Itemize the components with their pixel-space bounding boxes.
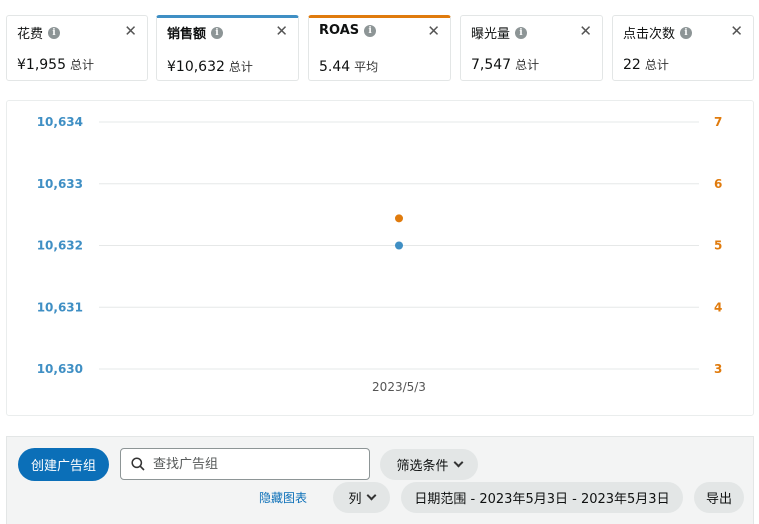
metric-value: ¥10,632 总计: [167, 59, 253, 75]
export-button[interactable]: 导出: [694, 482, 744, 513]
search-box[interactable]: [120, 448, 370, 480]
left-axis-tick-label: 10,632: [37, 239, 83, 253]
info-icon[interactable]: i: [515, 26, 528, 39]
chevron-down-icon: [453, 457, 463, 468]
chevron-down-icon: [366, 490, 376, 501]
close-icon[interactable]: ✕: [275, 24, 288, 39]
right-axis-tick-label: 4: [714, 300, 722, 314]
search-input[interactable]: [153, 456, 353, 472]
metric-card-clicks[interactable]: 点击次数 i ✕ 22 总计: [612, 15, 754, 81]
chart-svg: 10,634 7 10,633 6 10,632 5 10,631 4 10,630 3 2023/…: [37, 115, 723, 394]
metric-card-impressions[interactable]: 曝光量 i ✕ 7,547 总计: [460, 15, 603, 81]
close-icon[interactable]: ✕: [124, 24, 137, 39]
filter-button[interactable]: 筛选条件: [380, 449, 478, 480]
search-icon: [131, 457, 145, 471]
data-point: [395, 214, 403, 223]
hide-chart-link[interactable]: 隐藏图表: [259, 489, 307, 506]
create-ad-group-button[interactable]: 创建广告组: [18, 448, 109, 481]
metric-cards: 花费 i ✕ ¥1,955 总计 销售额 i ✕ ¥10,632 总计 ROAS i ✕ …: [6, 15, 754, 81]
metric-value: ¥1,955 总计: [17, 57, 95, 73]
metric-title: 销售额 i: [167, 23, 224, 42]
metric-card-roas[interactable]: ROAS i ✕ 5.44 平均: [308, 15, 451, 81]
right-axis-tick-label: 3: [714, 362, 722, 376]
metric-title: 点击次数 i: [623, 23, 693, 42]
metric-value: 22 总计: [623, 57, 669, 73]
info-icon[interactable]: i: [211, 26, 224, 39]
close-icon[interactable]: ✕: [427, 24, 440, 39]
right-axis-tick-label: 6: [714, 177, 722, 191]
columns-button[interactable]: 列: [333, 482, 390, 513]
metric-card-spend[interactable]: 花费 i ✕ ¥1,955 总计: [6, 15, 148, 81]
metric-title: 花费 i: [17, 23, 61, 42]
left-axis-tick-label: 10,634: [37, 115, 83, 129]
right-axis-tick-label: 7: [714, 115, 722, 129]
info-icon[interactable]: i: [48, 26, 61, 39]
x-axis-tick-label: 2023/5/3: [372, 380, 426, 394]
info-icon[interactable]: i: [364, 24, 377, 37]
data-point: [395, 241, 403, 250]
right-axis-tick-label: 5: [714, 239, 722, 253]
metric-card-sales[interactable]: 销售额 i ✕ ¥10,632 总计: [156, 15, 299, 81]
columns-label: 列: [348, 492, 362, 507]
left-axis-tick-label: 10,630: [37, 362, 83, 376]
metric-title: ROAS i: [319, 23, 377, 38]
metric-title: 曝光量 i: [471, 23, 528, 42]
close-icon[interactable]: ✕: [579, 24, 592, 39]
left-axis-tick-label: 10,631: [37, 300, 83, 314]
metrics-chart: 10,634 7 10,633 6 10,632 5 10,631 4 10,630 3 2023/…: [6, 100, 754, 416]
date-range-button[interactable]: 日期范围 - 2023年5月3日 - 2023年5月3日: [401, 482, 683, 513]
filter-label: 筛选条件: [396, 459, 449, 474]
close-icon[interactable]: ✕: [730, 24, 743, 39]
info-icon[interactable]: i: [680, 26, 693, 39]
toolbar: 创建广告组 筛选条件 隐藏图表 列 日期范围 - 2023年5月3日 - 202…: [6, 436, 754, 524]
metric-value: 7,547 总计: [471, 57, 540, 73]
left-axis-tick-label: 10,633: [37, 177, 83, 191]
metric-value: 5.44 平均: [319, 59, 379, 75]
